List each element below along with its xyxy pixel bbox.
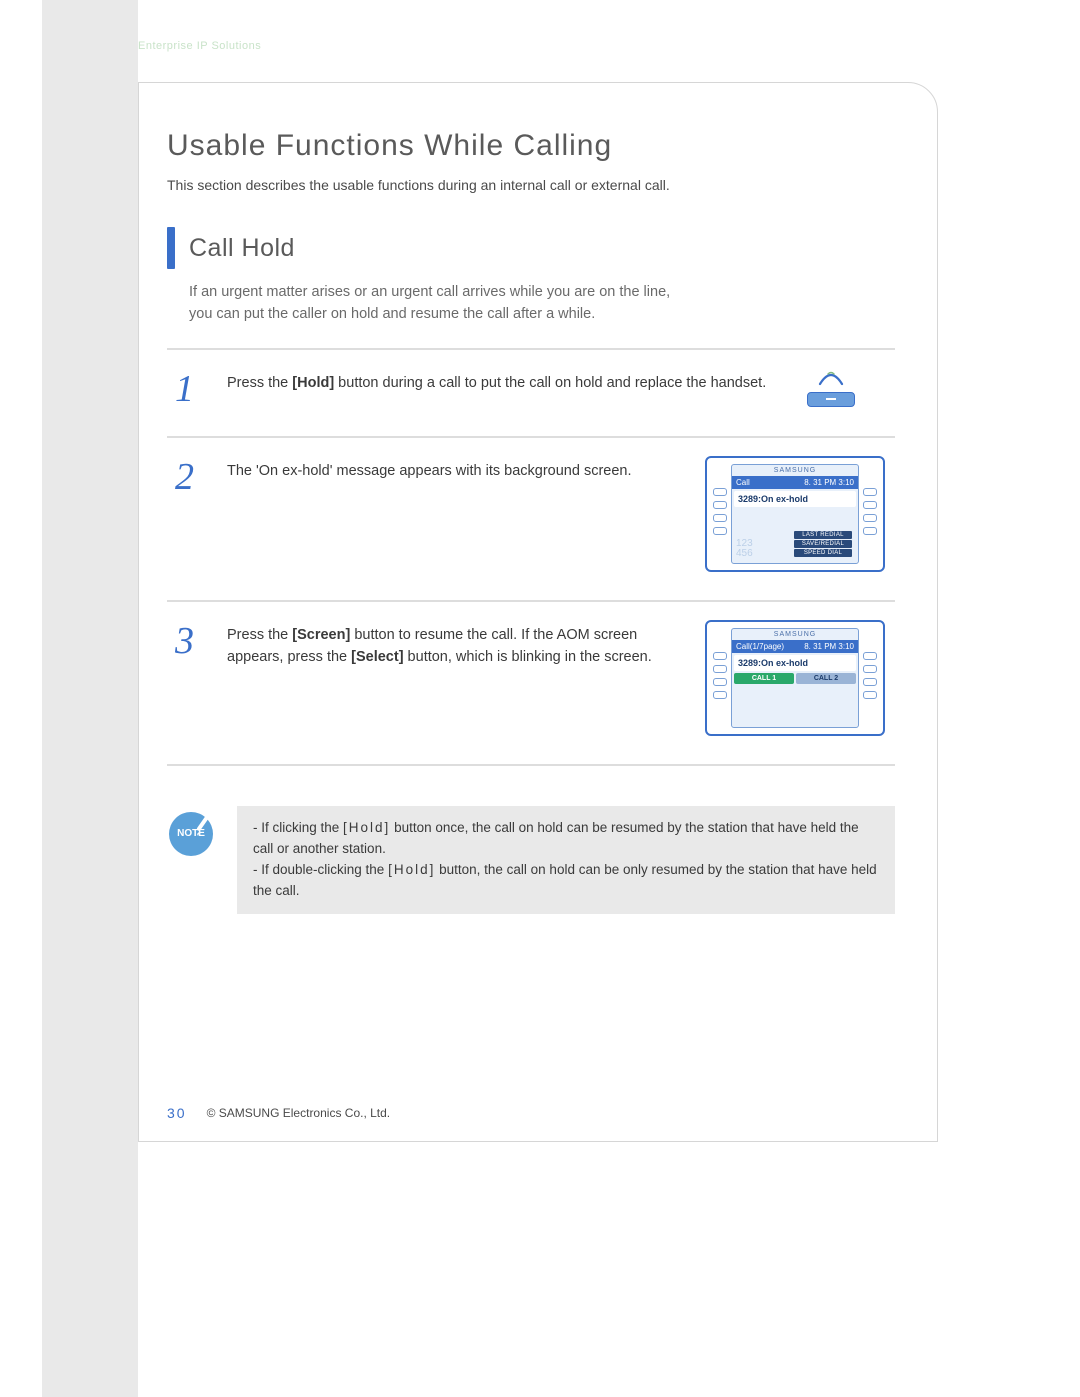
handset-icon (817, 370, 845, 388)
section-desc-line: If an urgent matter arises or an urgent … (189, 284, 670, 300)
section-desc-line: you can put the caller on hold and resum… (189, 306, 595, 322)
call-button-active: CALL 1 (734, 673, 794, 684)
page-title: Usable Functions While Calling (167, 129, 895, 163)
step-number: 1 (175, 368, 209, 408)
page-intro: This section describes the usable functi… (167, 177, 895, 193)
screen-call-buttons: CALL 1 CALL 2 (734, 673, 856, 684)
step-text-bold: [Hold] (292, 375, 334, 391)
note-content: - If clicking the [Hold] button once, th… (237, 806, 895, 914)
phone-device: SAMSUNG Call(1/7page) 8. 31 PM 3:10 3289… (705, 620, 885, 736)
step-text: The 'On ex-hold' message appears with it… (227, 456, 687, 482)
hold-button-illustration (807, 368, 885, 407)
step-text-frag: Press the (227, 627, 292, 643)
softkey-item: SPEED DIAL (794, 549, 852, 557)
phone-side-keys-left (713, 628, 727, 728)
step-row: 3 Press the [Screen] button to resume th… (167, 600, 895, 766)
left-margin-stripe (42, 0, 138, 1397)
brand-tagline: Enterprise IP Solutions (138, 40, 938, 52)
screen-softkey-menu: LAST REDIAL SAVE/REDIAL SPEED DIAL (794, 531, 852, 557)
note-hold-label: [Hold] (343, 820, 390, 835)
phone-screen-illustration: SAMSUNG Call(1/7page) 8. 31 PM 3:10 3289… (705, 620, 885, 736)
screen-call-line: 3289:On ex-hold (734, 491, 856, 507)
step-number: 2 (175, 456, 209, 496)
phone-screen: SAMSUNG Call(1/7page) 8. 31 PM 3:10 3289… (731, 628, 859, 728)
page-number: 30 (167, 1105, 187, 1121)
section-description: If an urgent matter arises or an urgent … (189, 281, 895, 326)
note-bullet: - If double-clicking the [Hold] button, … (253, 860, 879, 902)
step-text-frag: button during a call to put the call on … (334, 375, 766, 391)
step-text-frag: Press the (227, 375, 292, 391)
softkey-item: LAST REDIAL (794, 531, 852, 539)
step-row: 1 Press the [Hold] button during a call … (167, 348, 895, 436)
note-badge-icon: NOTE (167, 806, 219, 858)
screen-brand-label: SAMSUNG (732, 629, 858, 640)
step-text-frag: The 'On ex-hold' message appears with it… (227, 463, 632, 479)
hold-key-icon (807, 392, 855, 407)
phone-side-keys-left (713, 464, 727, 564)
section-title: Call Hold (189, 234, 295, 263)
page-frame: Usable Functions While Calling This sect… (138, 82, 938, 1142)
copyright-text: © SAMSUNG Electronics Co., Ltd. (207, 1106, 391, 1120)
phone-screen-illustration: SAMSUNG Call 8. 31 PM 3:10 3289:On ex-ho… (705, 456, 885, 572)
note-badge-text: NOTE (177, 828, 205, 839)
digits-row: 456 (736, 548, 753, 559)
softkey-item: SAVE/REDIAL (794, 540, 852, 548)
step-text: Press the [Screen] button to resume the … (227, 620, 687, 669)
section-heading: Call Hold (167, 227, 895, 269)
step-text: Press the [Hold] button during a call to… (227, 368, 789, 394)
step-text-bold: [Select] (351, 649, 403, 665)
screen-keypad-digits: 123 456 (736, 539, 753, 559)
screen-bar-left: Call(1/7page) (736, 642, 784, 651)
note-hold-label: [Hold] (388, 862, 435, 877)
step-text-frag: button, which is blinking in the screen. (404, 649, 652, 665)
phone-side-keys-right (863, 628, 877, 728)
note-block: NOTE - If clicking the [Hold] button onc… (167, 806, 895, 914)
note-bullet: - If clicking the [Hold] button once, th… (253, 818, 879, 860)
phone-screen: SAMSUNG Call 8. 31 PM 3:10 3289:On ex-ho… (731, 464, 859, 564)
call-button-inactive: CALL 2 (796, 673, 856, 684)
screen-brand-label: SAMSUNG (732, 465, 858, 476)
screen-bar-left: Call (736, 478, 750, 487)
note-frag: - If double-clicking the (253, 862, 388, 877)
screen-status-bar: Call(1/7page) 8. 31 PM 3:10 (732, 640, 858, 653)
section-accent-bar (167, 227, 175, 269)
note-frag: - If clicking the (253, 820, 343, 835)
screen-call-line: 3289:On ex-hold (734, 655, 856, 671)
step-row: 2 The 'On ex-hold' message appears with … (167, 436, 895, 600)
screen-bar-right: 8. 31 PM 3:10 (804, 642, 854, 651)
screen-status-bar: Call 8. 31 PM 3:10 (732, 476, 858, 489)
step-text-bold: [Screen] (292, 627, 350, 643)
step-number: 3 (175, 620, 209, 660)
phone-side-keys-right (863, 464, 877, 564)
page-footer: 30 © SAMSUNG Electronics Co., Ltd. (167, 1105, 390, 1121)
screen-bar-right: 8. 31 PM 3:10 (804, 478, 854, 487)
phone-device: SAMSUNG Call 8. 31 PM 3:10 3289:On ex-ho… (705, 456, 885, 572)
